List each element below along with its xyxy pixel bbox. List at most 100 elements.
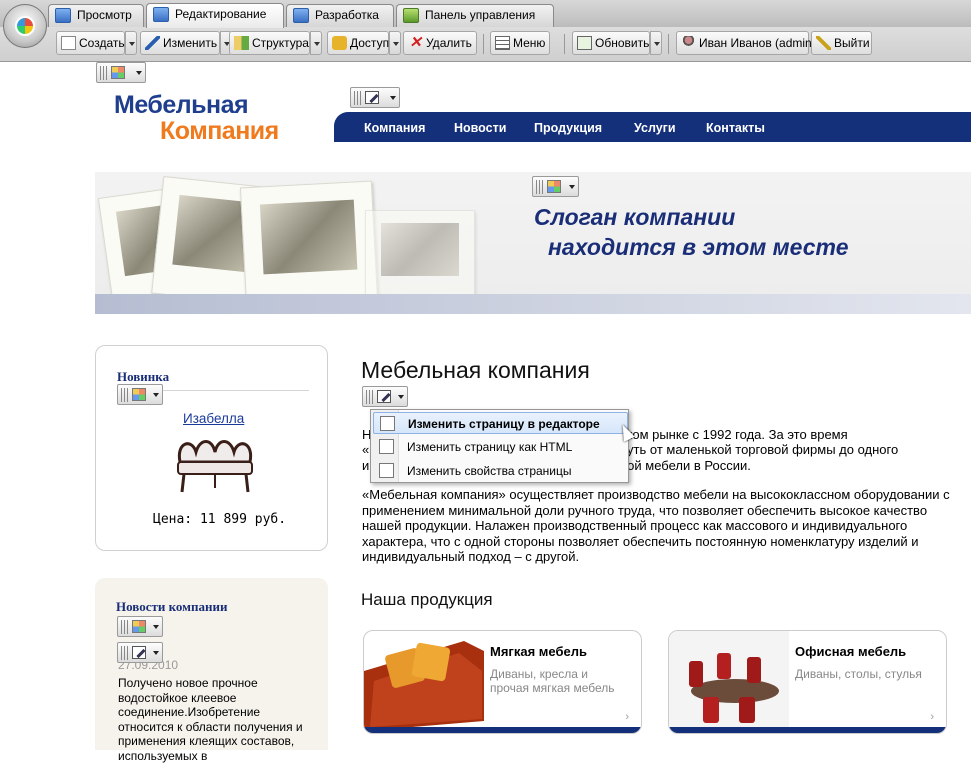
tab-edit[interactable]: Редактирование: [146, 3, 284, 28]
product-title[interactable]: Мягкая мебель: [490, 644, 587, 659]
chevron-right-icon[interactable]: ›: [625, 711, 629, 723]
banner-photo: [239, 180, 379, 308]
slogan-line2: находится в этом месте: [548, 234, 849, 260]
key-icon: [816, 36, 831, 50]
grip-handle[interactable]: [354, 91, 362, 105]
refresh-dropdown[interactable]: [650, 31, 662, 55]
sofa-image[interactable]: [172, 432, 258, 496]
main-navigation: Компания Новости Продукция Услуги Контак…: [334, 112, 971, 142]
area-edit-button[interactable]: [96, 62, 146, 83]
page-title: Мебельная компания: [361, 357, 590, 383]
control-panel-icon: [403, 8, 419, 23]
structure-button[interactable]: Структура: [229, 31, 310, 55]
toolbar-separator: [668, 34, 669, 54]
grip-handle[interactable]: [121, 646, 129, 660]
menu-item-edit-as-html[interactable]: Изменить страницу как HTML: [373, 436, 628, 458]
structure-dropdown[interactable]: [310, 31, 322, 55]
edit-pencil-icon: [365, 91, 379, 104]
news-item-edit-button[interactable]: [117, 642, 163, 663]
edit-button[interactable]: Изменить: [140, 31, 220, 55]
develop-icon: [293, 8, 309, 23]
page-edit-button[interactable]: [362, 386, 408, 407]
components-icon: [547, 180, 561, 193]
nav-edit-button[interactable]: [350, 87, 400, 108]
banner-edit-button[interactable]: [532, 176, 579, 197]
user-profile-button[interactable]: Иван Иванов (admin): [676, 31, 816, 55]
edit-page-icon: [380, 416, 395, 431]
chevron-down-icon: [153, 651, 159, 658]
structure-icon: [234, 36, 249, 50]
chevron-down-icon: [398, 395, 404, 402]
card-bottom-bar: [364, 727, 641, 733]
admin-panel: Просмотр Редактирование Разработка Панел…: [0, 0, 971, 62]
delete-x-icon: ✕: [409, 34, 422, 51]
grip-handle[interactable]: [100, 66, 108, 80]
new-product-price: Цена: 11 899 руб.: [153, 512, 287, 527]
chevron-down-icon: [153, 393, 159, 400]
tab-control-panel[interactable]: Панель управления: [396, 4, 554, 27]
menu-item-edit-properties[interactable]: Изменить свойства страницы: [373, 460, 628, 482]
access-dropdown[interactable]: [389, 31, 401, 55]
intro-text-fragment: ском рынке с 1992 года. За это время: [620, 427, 848, 442]
chevron-down-icon: [136, 71, 142, 78]
refresh-icon: [577, 36, 592, 50]
product-card-office[interactable]: Офисная мебель Диваны, столы, стулья ›: [668, 630, 947, 734]
products-heading: Наша продукция: [361, 590, 493, 609]
menu-icon: [495, 36, 510, 50]
create-button[interactable]: Создать: [56, 31, 125, 55]
nav-item-products[interactable]: Продукция: [534, 121, 602, 135]
product-title[interactable]: Офисная мебель: [795, 644, 906, 659]
menu-item-edit-in-editor[interactable]: Изменить страницу в редакторе: [373, 412, 628, 434]
toolbar-separator: [483, 34, 484, 54]
nav-item-contacts[interactable]: Контакты: [706, 121, 765, 135]
start-orb-button[interactable]: [3, 4, 47, 48]
edit-icon: [153, 7, 169, 22]
product-card-soft[interactable]: Мягкая мебель Диваны, кресла и прочая мя…: [363, 630, 642, 734]
banner-photo: [365, 210, 475, 300]
view-icon: [55, 8, 71, 23]
intro-text-fragment: ной мебели в России.: [620, 458, 751, 473]
refresh-button[interactable]: Обновить: [572, 31, 650, 55]
lock-icon: [332, 36, 347, 50]
components-icon: [132, 388, 146, 401]
office-furniture-image: [669, 631, 789, 731]
grip-handle[interactable]: [366, 390, 374, 404]
chevron-down-icon: [390, 96, 396, 103]
grip-handle[interactable]: [121, 620, 129, 634]
product-desc: Диваны, столы, стулья: [795, 667, 922, 681]
new-product-edit-button[interactable]: [117, 384, 163, 405]
html-edit-icon: [379, 439, 394, 454]
product-desc: Диваны, кресла и прочая мягкая мебель: [490, 667, 615, 695]
bitrix-logo-icon: [15, 16, 35, 36]
slogan-line1: Слоган компании: [534, 204, 736, 230]
logout-button[interactable]: Выйти: [811, 31, 872, 55]
admin-tabs-row: Просмотр Редактирование Разработка Панел…: [0, 0, 971, 28]
new-page-icon: [61, 36, 76, 50]
grip-handle[interactable]: [536, 180, 544, 194]
grip-handle[interactable]: [121, 388, 129, 402]
tab-develop[interactable]: Разработка: [286, 4, 394, 27]
divider: [163, 390, 309, 391]
soft-furniture-image: [364, 641, 484, 731]
nav-item-company[interactable]: Компания: [364, 121, 425, 135]
new-product-link[interactable]: Изабелла: [183, 411, 244, 426]
news-edit-button[interactable]: [117, 616, 163, 637]
chevron-down-icon: [153, 625, 159, 632]
logo-line1[interactable]: Мебельная: [114, 91, 249, 120]
chevron-right-icon[interactable]: ›: [930, 711, 934, 723]
logo-line2[interactable]: Компания: [160, 117, 279, 146]
delete-button[interactable]: ✕ Удалить: [403, 31, 477, 55]
intro-text-fragment: путь от маленькой торговой фирмы до одно…: [620, 442, 899, 457]
menu-button[interactable]: Меню: [490, 31, 550, 55]
tab-view[interactable]: Просмотр: [48, 4, 144, 27]
intro-text-fragment: и: [362, 458, 370, 473]
nav-item-services[interactable]: Услуги: [634, 121, 676, 135]
properties-icon: [379, 463, 394, 478]
user-icon: [681, 36, 696, 50]
create-dropdown[interactable]: [125, 31, 137, 55]
new-product-title: Новинка: [117, 369, 170, 384]
description-paragraph: «Мебельная компания» осуществляет произв…: [362, 487, 950, 564]
nav-item-news[interactable]: Новости: [454, 121, 506, 135]
edit-pencil-icon: [132, 646, 146, 659]
access-button[interactable]: Доступ: [327, 31, 389, 55]
